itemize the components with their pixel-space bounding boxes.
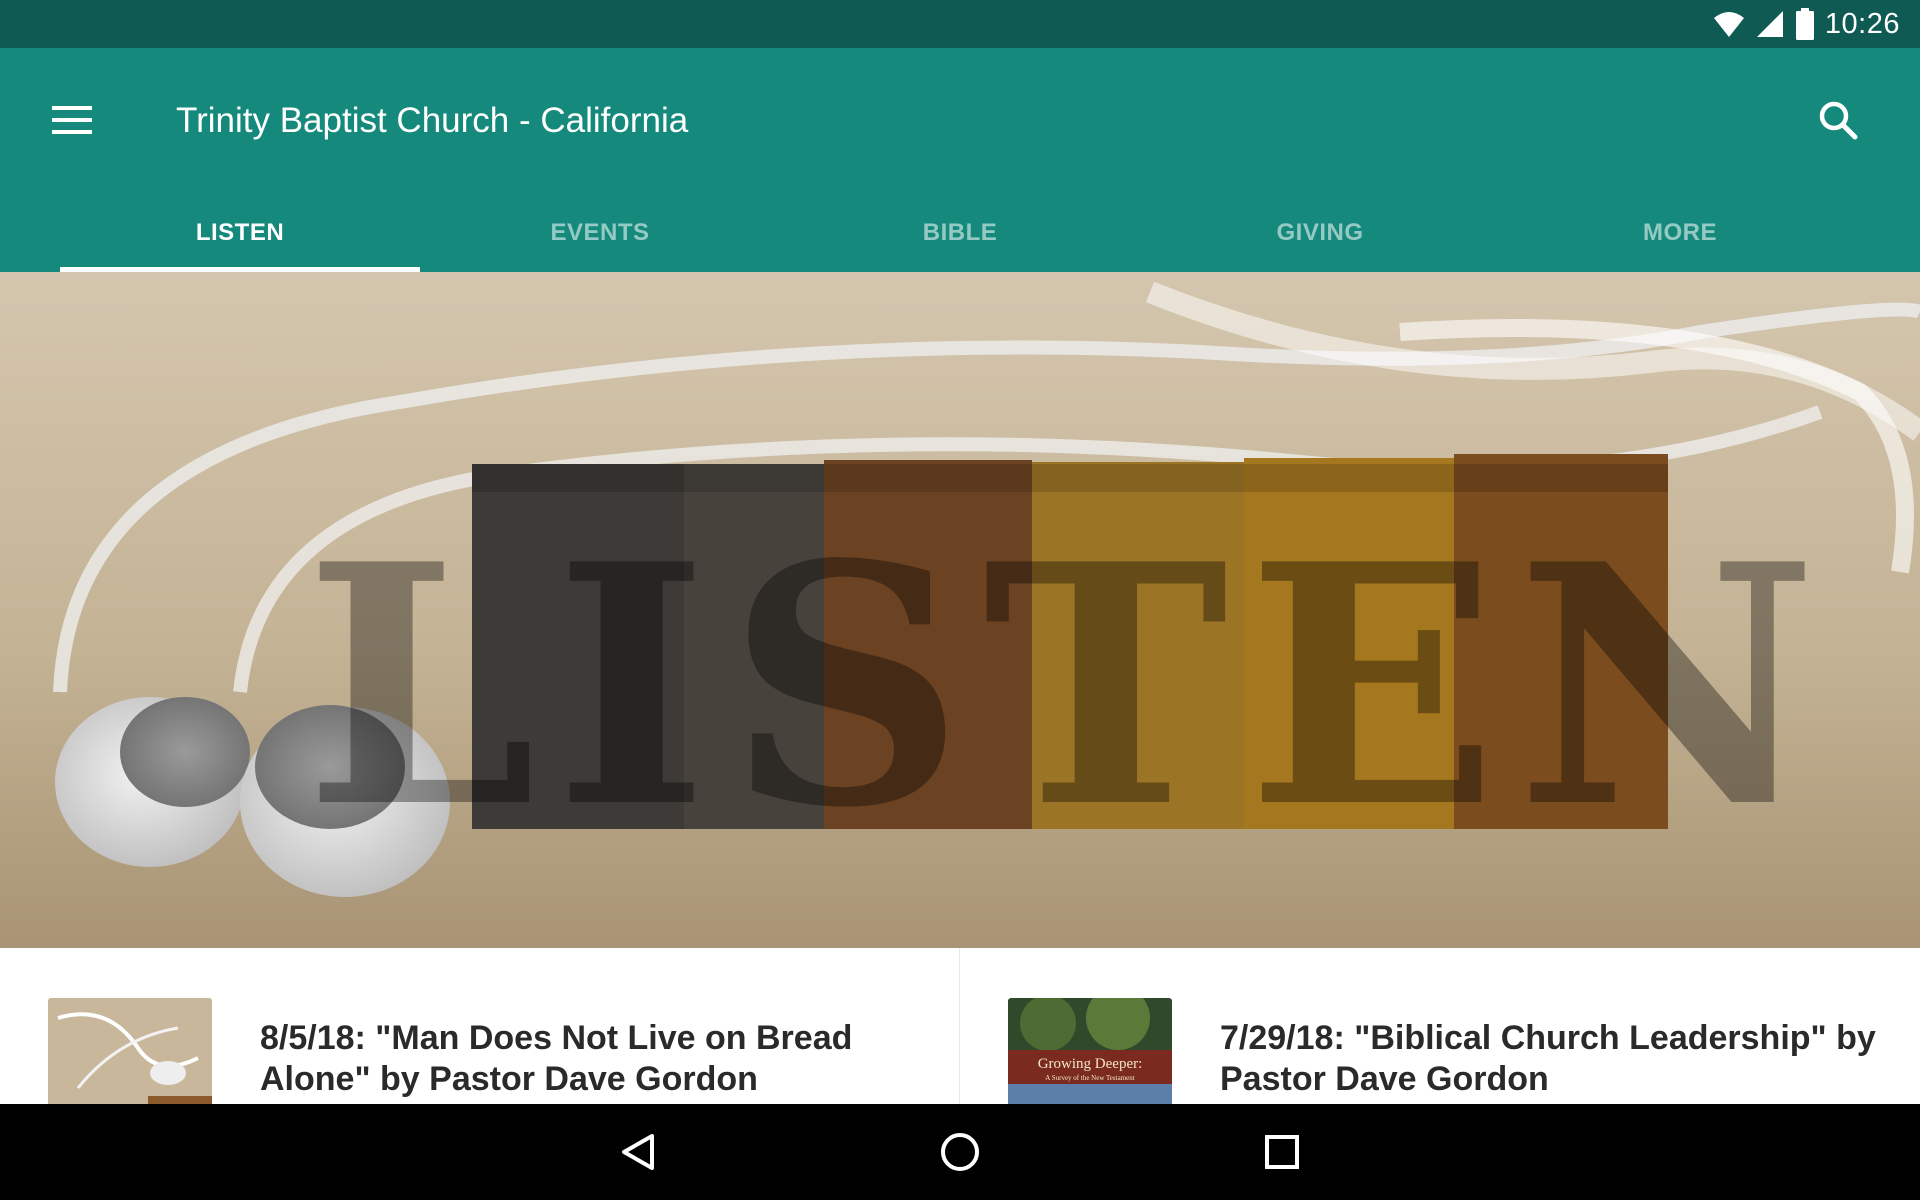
sermon-title: 7/29/18: "Biblical Church Leadership" by… <box>1220 1019 1876 1098</box>
tab-giving[interactable]: GIVING <box>1140 194 1500 272</box>
signal-icon <box>1756 11 1783 37</box>
tab-bible[interactable]: BIBLE <box>780 194 1140 272</box>
thumbnail-title: Growing Deeper: <box>1038 1056 1143 1072</box>
status-icons: 10:26 <box>1713 0 1900 48</box>
hamburger-menu-icon <box>52 106 92 134</box>
tab-events[interactable]: EVENTS <box>420 194 780 272</box>
app-title: Trinity Baptist Church - California <box>176 101 689 140</box>
status-time: 10:26 <box>1824 7 1900 40</box>
wifi-icon <box>1713 12 1744 37</box>
hero-banner: LISTEN <box>0 272 1920 948</box>
back-icon <box>622 1134 654 1170</box>
sermon-card[interactable]: Growing Deeper: A Survey of the New Test… <box>960 948 1920 1104</box>
search-icon <box>1819 101 1858 140</box>
sermon-list: 8/5/18: "Man Does Not Live on Bread Alon… <box>0 948 1920 1104</box>
search-button[interactable] <box>1808 90 1868 150</box>
home-button[interactable] <box>932 1124 988 1180</box>
tab-bar: LISTEN EVENTS BIBLE GIVING MORE <box>60 194 1860 272</box>
navigation-bar <box>0 1104 1920 1200</box>
sermon-thumbnail: Growing Deeper: A Survey of the New Test… <box>1008 998 1172 1104</box>
status-bar: 10:26 <box>0 0 1920 48</box>
thumbnail-subtitle: A Survey of the New Testament <box>1045 1074 1134 1082</box>
app-bar: Trinity Baptist Church - California LIST… <box>0 48 1920 272</box>
recents-icon <box>1265 1135 1299 1169</box>
sermon-title: 8/5/18: "Man Does Not Live on Bread Alon… <box>260 1019 853 1098</box>
hero-letters: LISTEN <box>304 492 1835 880</box>
tab-more[interactable]: MORE <box>1500 194 1860 272</box>
tab-listen[interactable]: LISTEN <box>60 194 420 272</box>
sermon-card[interactable]: 8/5/18: "Man Does Not Live on Bread Alon… <box>0 948 960 1104</box>
hero-image: LISTEN <box>0 272 1920 948</box>
menu-button[interactable] <box>44 92 100 148</box>
back-button[interactable] <box>610 1124 666 1180</box>
battery-icon <box>1795 8 1814 40</box>
recents-button[interactable] <box>1254 1124 1310 1180</box>
sermon-thumbnail <box>48 998 212 1104</box>
home-icon <box>941 1133 979 1171</box>
